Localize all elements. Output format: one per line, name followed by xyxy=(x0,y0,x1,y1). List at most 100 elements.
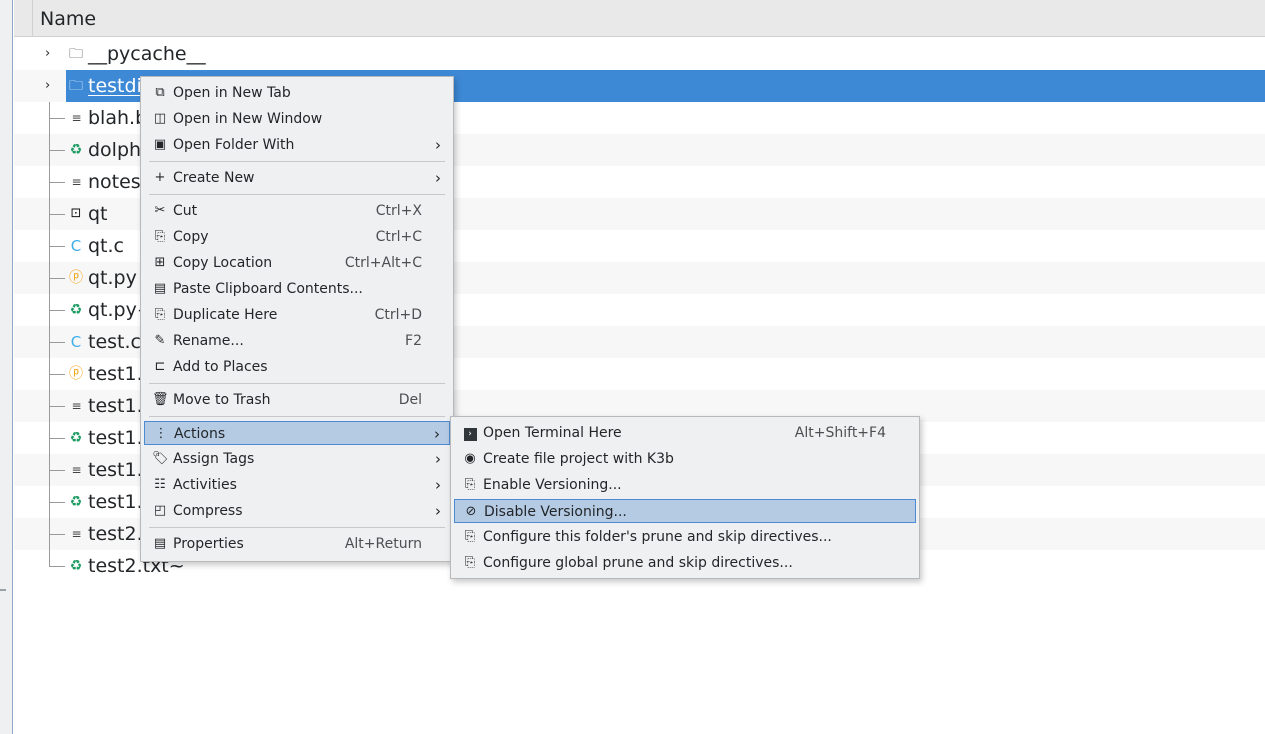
menu-item-disable-versioning[interactable]: ⊘ Disable Versioning... xyxy=(454,499,916,523)
menu-item-rename[interactable]: ✎ Rename... F2 xyxy=(144,329,450,353)
file-name[interactable]: test2. xyxy=(88,520,143,548)
menu-item-enable-versioning[interactable]: ⎘ Enable Versioning... xyxy=(454,473,916,497)
file-name-selected[interactable]: testdi xyxy=(88,72,142,100)
header-separator xyxy=(32,0,33,37)
file-name[interactable]: test1. xyxy=(88,360,143,388)
tree-branch xyxy=(49,374,65,375)
tree-branch xyxy=(49,406,65,407)
tree-line xyxy=(49,102,50,567)
copy-icon: ⎘ xyxy=(154,229,166,244)
trash-icon: 🗑 xyxy=(152,392,169,407)
actions-submenu: › Open Terminal Here Alt+Shift+F4 ◉ Crea… xyxy=(450,416,920,579)
tree-branch xyxy=(49,214,65,215)
menu-item-add-to-places[interactable]: ⊏ Add to Places xyxy=(144,355,450,379)
copy-location-icon: ⊞ xyxy=(154,255,166,270)
file-name[interactable]: test1. xyxy=(88,392,143,420)
tree-branch xyxy=(49,470,65,471)
file-name[interactable]: test1. xyxy=(88,424,143,452)
backup-file-icon: ♻ xyxy=(69,302,83,318)
menu-item-compress[interactable]: ◰ Compress › xyxy=(144,499,450,523)
activities-icon: ☷ xyxy=(154,477,166,492)
text-file-icon: ≡ xyxy=(71,463,81,477)
left-frame-border xyxy=(0,0,13,734)
file-name[interactable]: __pycache__ xyxy=(88,40,206,68)
text-file-icon: ≡ xyxy=(71,527,81,541)
menu-item-actions[interactable]: ⋮ Actions › xyxy=(144,421,450,445)
menu-item-activities[interactable]: ☷ Activities › xyxy=(144,473,450,497)
expand-chevron-icon[interactable]: › xyxy=(45,47,55,61)
tree-branch xyxy=(49,342,65,343)
menu-item-open-folder-with[interactable]: ▣ Open Folder With › xyxy=(144,133,450,157)
menu-item-properties[interactable]: ▤ Properties Alt+Return xyxy=(144,532,450,556)
submenu-arrow-icon: › xyxy=(435,169,441,187)
menu-separator xyxy=(149,161,445,162)
menu-item-assign-tags[interactable]: 🏷 Assign Tags › xyxy=(144,447,450,471)
tree-branch xyxy=(49,502,65,503)
column-header-bar: Name xyxy=(14,0,1265,37)
menu-item-k3b-project[interactable]: ◉ Create file project with K3b xyxy=(454,447,916,471)
submenu-arrow-icon: › xyxy=(434,425,440,443)
menu-separator xyxy=(149,416,445,417)
menu-item-duplicate-here[interactable]: ⎘ Duplicate Here Ctrl+D xyxy=(144,303,450,327)
folder-icon: 🗀 xyxy=(69,78,83,94)
tree-branch xyxy=(49,118,65,119)
tree-branch xyxy=(49,278,65,279)
file-name[interactable]: test.c xyxy=(88,328,141,356)
tree-branch xyxy=(49,534,65,535)
folder-icon: 🗀 xyxy=(69,46,83,62)
menu-item-copy[interactable]: ⎘ Copy Ctrl+C xyxy=(144,225,450,249)
pencil-icon: ✎ xyxy=(154,333,166,348)
context-menu: ⧉ Open in New Tab ◫ Open in New Window ▣… xyxy=(140,76,454,562)
tree-branch xyxy=(49,150,65,151)
bookmark-icon: ⊏ xyxy=(154,359,166,374)
file-name[interactable]: blah.b xyxy=(88,104,147,132)
backup-file-icon: ♻ xyxy=(69,430,83,446)
tree-branch xyxy=(49,310,65,311)
new-window-icon: ◫ xyxy=(153,111,167,126)
menu-item-paste[interactable]: ▤ Paste Clipboard Contents... xyxy=(144,277,450,301)
menu-item-create-new[interactable]: + Create New › xyxy=(144,166,450,190)
properties-icon: ▤ xyxy=(153,536,167,551)
open-with-icon: ▣ xyxy=(153,137,167,152)
file-name[interactable]: qt xyxy=(88,200,108,228)
menu-item-configure-folder-directives[interactable]: ⎘ Configure this folder's prune and skip… xyxy=(454,525,916,549)
tree-branch xyxy=(49,438,65,439)
python-file-icon: ⓟ xyxy=(69,366,83,382)
menu-item-open-new-window[interactable]: ◫ Open in New Window xyxy=(144,107,450,131)
submenu-arrow-icon: › xyxy=(435,476,441,494)
backup-file-icon: ♻ xyxy=(69,494,83,510)
compress-icon: ◰ xyxy=(153,503,167,518)
menu-separator xyxy=(149,527,445,528)
submenu-arrow-icon: › xyxy=(435,450,441,468)
expand-chevron-icon[interactable]: › xyxy=(45,79,55,93)
c-source-icon: C xyxy=(70,333,82,351)
versioning-icon: ⎘ xyxy=(464,555,476,570)
plus-icon: + xyxy=(154,170,166,185)
python-file-icon: ⓟ xyxy=(69,270,83,286)
file-name[interactable]: qt.py xyxy=(88,264,137,292)
splitter-handle[interactable] xyxy=(0,589,6,591)
tree-branch xyxy=(49,246,65,247)
file-name[interactable]: notes xyxy=(88,168,141,196)
disable-icon: ⊘ xyxy=(465,504,477,519)
scissors-icon: ✂ xyxy=(154,203,166,218)
c-source-icon: C xyxy=(70,237,82,255)
menu-item-move-to-trash[interactable]: 🗑 Move to Trash Del xyxy=(144,388,450,412)
column-header-name[interactable]: Name xyxy=(40,8,96,30)
menu-item-open-new-tab[interactable]: ⧉ Open in New Tab xyxy=(144,81,450,105)
file-name[interactable]: dolph xyxy=(88,136,141,164)
backup-file-icon: ♻ xyxy=(69,142,83,158)
file-name[interactable]: test1. xyxy=(88,456,143,484)
file-name[interactable]: qt.c xyxy=(88,232,124,260)
menu-item-open-terminal-here[interactable]: › Open Terminal Here Alt+Shift+F4 xyxy=(454,421,916,445)
menu-item-cut[interactable]: ✂ Cut Ctrl+X xyxy=(144,199,450,223)
file-name[interactable]: test1. xyxy=(88,488,143,516)
tree-branch xyxy=(49,182,65,183)
tree-branch xyxy=(49,566,65,567)
new-tab-icon: ⧉ xyxy=(155,85,165,100)
menu-item-configure-global-directives[interactable]: ⎘ Configure global prune and skip direct… xyxy=(454,551,916,575)
menu-item-copy-location[interactable]: ⊞ Copy Location Ctrl+Alt+C xyxy=(144,251,450,275)
menu-separator xyxy=(149,383,445,384)
menu-separator xyxy=(149,194,445,195)
executable-icon: ⊡ xyxy=(70,206,82,221)
